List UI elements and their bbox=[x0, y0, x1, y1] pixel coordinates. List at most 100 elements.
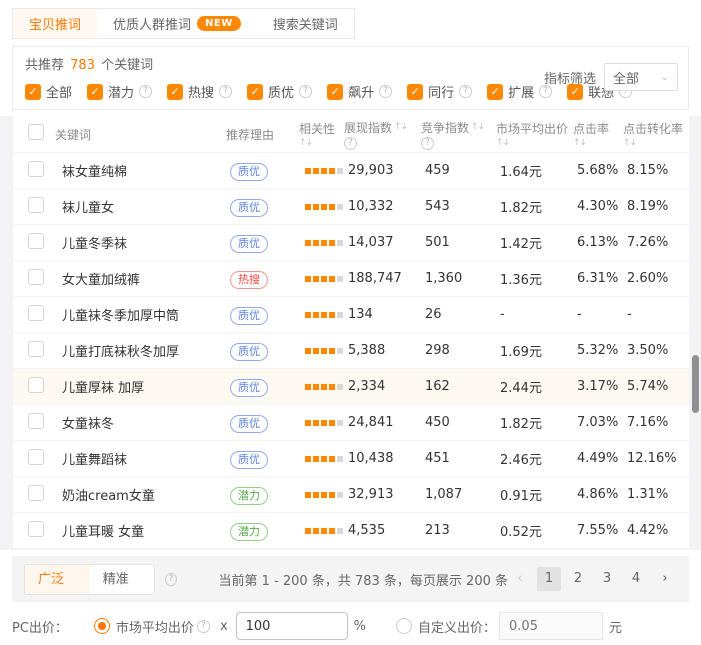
filter-option-3[interactable]: ✓热搜? bbox=[167, 82, 232, 101]
keyword-cell: 儿童耳暖 女童 bbox=[55, 521, 226, 540]
sort-icon[interactable]: ↑↓ bbox=[496, 138, 509, 148]
tab-2[interactable]: 优质人群推词NEW bbox=[97, 9, 257, 38]
column-header-label: 展现指数↑↓ bbox=[344, 119, 421, 136]
checkbox-checked-icon[interactable]: ✓ bbox=[247, 84, 263, 100]
column-header-4[interactable]: 展现指数↑↓? bbox=[344, 119, 421, 150]
help-icon[interactable]: ? bbox=[421, 137, 434, 150]
page-button-3[interactable]: 3 bbox=[595, 567, 619, 591]
filter-option-4[interactable]: ✓质优? bbox=[247, 82, 312, 101]
table-row[interactable]: 奶油cream女童潜力32,9131,0870.91元4.86%1.31% bbox=[13, 477, 689, 512]
checkbox-checked-icon[interactable]: ✓ bbox=[487, 84, 503, 100]
bid-percent-input[interactable] bbox=[236, 612, 348, 640]
row-checkbox[interactable] bbox=[28, 161, 44, 177]
tab-label: 搜索关键词 bbox=[273, 14, 338, 33]
row-checkbox[interactable] bbox=[28, 305, 44, 321]
column-header-1[interactable]: 关键词 bbox=[55, 126, 226, 143]
competition-index-cell: 26 bbox=[421, 307, 496, 322]
page-prev-button[interactable]: ‹ bbox=[508, 567, 532, 591]
filter-option-1[interactable]: ✓全部 bbox=[25, 82, 72, 101]
checkbox-checked-icon[interactable]: ✓ bbox=[25, 84, 41, 100]
metric-filter: 指标筛选 全部 ⌄ bbox=[544, 63, 678, 91]
help-icon[interactable]: ? bbox=[139, 85, 152, 98]
table-row[interactable]: 儿童打底袜秋冬加厚质优5,3882981.69元5.32%3.50% bbox=[13, 333, 689, 368]
tab-1[interactable]: 宝贝推词 bbox=[13, 9, 97, 38]
relevance-square bbox=[337, 348, 343, 354]
sort-icon[interactable]: ↑↓ bbox=[471, 122, 484, 132]
table-row[interactable]: 儿童舞蹈袜质优10,4384512.46元4.49%12.16% bbox=[13, 441, 689, 476]
checkbox-checked-icon[interactable]: ✓ bbox=[407, 84, 423, 100]
recommend-reason-cell: 质优 bbox=[226, 448, 299, 469]
relevance-square bbox=[321, 456, 327, 462]
help-icon[interactable]: ? bbox=[197, 620, 210, 633]
table-row[interactable]: 儿童冬季袜质优14,0375011.42元6.13%7.26% bbox=[13, 225, 689, 260]
help-icon[interactable]: ? bbox=[459, 85, 472, 98]
row-checkbox[interactable] bbox=[28, 377, 44, 393]
column-header-subrow: ↑↓ bbox=[496, 138, 573, 148]
table-row[interactable]: 袜儿童女质优10,3325431.82元4.30%8.19% bbox=[13, 189, 689, 224]
relevance-square bbox=[321, 276, 327, 282]
column-header-2[interactable]: 推荐理由 bbox=[226, 126, 299, 143]
table-row[interactable]: 儿童耳暖 女童潜力4,5352130.52元7.55%4.42% bbox=[13, 513, 689, 548]
relevance-square bbox=[337, 204, 343, 210]
relevance-square bbox=[329, 492, 335, 498]
row-checkbox[interactable] bbox=[28, 521, 44, 537]
sort-icon[interactable]: ↑↓ bbox=[623, 138, 636, 148]
table-row[interactable]: 儿童袜冬季加厚中筒质优13426--- bbox=[13, 297, 689, 332]
row-checkbox[interactable] bbox=[28, 449, 44, 465]
custom-bid-radio[interactable] bbox=[396, 618, 412, 634]
column-header-3[interactable]: 相关性↑↓ bbox=[299, 120, 344, 148]
relevance-square bbox=[337, 492, 343, 498]
table-row[interactable]: 袜女童纯棉质优29,9034591.64元5.68%8.15% bbox=[13, 153, 689, 188]
table-row[interactable]: 女童袜冬质优24,8414501.82元7.03%7.16% bbox=[13, 405, 689, 440]
row-checkbox[interactable] bbox=[28, 269, 44, 285]
help-icon[interactable]: ? bbox=[299, 85, 312, 98]
impression-index-cell: 5,388 bbox=[344, 343, 421, 358]
filter-option-5[interactable]: ✓飙升? bbox=[327, 82, 392, 101]
page-next-button[interactable]: › bbox=[653, 567, 677, 591]
match-mode-1[interactable]: 广泛匹配 bbox=[25, 565, 90, 594]
help-icon[interactable]: ? bbox=[165, 573, 176, 586]
select-all-checkbox[interactable] bbox=[28, 124, 44, 140]
filter-option-6[interactable]: ✓同行? bbox=[407, 82, 472, 101]
sort-icon[interactable]: ↑↓ bbox=[299, 138, 312, 148]
sort-icon[interactable]: ↑↓ bbox=[394, 122, 407, 132]
relevance-square bbox=[321, 492, 327, 498]
filter-option-7[interactable]: ✓扩展? bbox=[487, 82, 552, 101]
scrollbar-thumb[interactable] bbox=[692, 355, 699, 413]
page-button-1[interactable]: 1 bbox=[537, 567, 561, 591]
help-icon[interactable]: ? bbox=[379, 85, 392, 98]
row-checkbox[interactable] bbox=[28, 485, 44, 501]
relevance-square bbox=[337, 312, 343, 318]
column-header-8[interactable]: 点击转化率↑↓ bbox=[623, 120, 689, 148]
checkbox-checked-icon[interactable]: ✓ bbox=[327, 84, 343, 100]
filter-option-2[interactable]: ✓潜力? bbox=[87, 82, 152, 101]
table-row[interactable]: 儿童厚袜 加厚质优2,3341622.44元3.17%5.74% bbox=[13, 369, 689, 404]
help-icon[interactable]: ? bbox=[344, 137, 357, 150]
checkbox-checked-icon[interactable]: ✓ bbox=[167, 84, 183, 100]
relevance-bar bbox=[299, 276, 344, 282]
page-button-2[interactable]: 2 bbox=[566, 567, 590, 591]
metric-filter-select[interactable]: 全部 ⌄ bbox=[604, 63, 678, 91]
column-header-6[interactable]: 市场平均出价↑↓ bbox=[496, 120, 573, 148]
market-avg-bid-radio[interactable] bbox=[94, 618, 110, 634]
row-checkbox[interactable] bbox=[28, 233, 44, 249]
row-checkbox[interactable] bbox=[28, 413, 44, 429]
page-button-4[interactable]: 4 bbox=[624, 567, 648, 591]
custom-bid-input[interactable] bbox=[499, 612, 603, 640]
relevance-bar bbox=[299, 204, 344, 210]
relevance-square bbox=[305, 528, 311, 534]
relevance-square bbox=[337, 276, 343, 282]
help-icon[interactable]: ? bbox=[219, 85, 232, 98]
column-header-5[interactable]: 竞争指数↑↓? bbox=[421, 119, 496, 150]
row-checkbox[interactable] bbox=[28, 197, 44, 213]
relevance-bar bbox=[299, 420, 344, 426]
table-row[interactable]: 女大童加绒裤热搜188,7471,3601.36元6.31%2.60% bbox=[13, 261, 689, 296]
row-checkbox[interactable] bbox=[28, 341, 44, 357]
sort-icon[interactable]: ↑↓ bbox=[573, 138, 586, 148]
column-header-7[interactable]: 点击率↑↓ bbox=[573, 120, 623, 148]
tab-label: 优质人群推词 bbox=[113, 14, 191, 33]
relevance-square bbox=[329, 240, 335, 246]
match-mode-2[interactable]: 精准匹配 bbox=[90, 565, 155, 594]
checkbox-checked-icon[interactable]: ✓ bbox=[87, 84, 103, 100]
tab-3[interactable]: 搜索关键词 bbox=[257, 9, 354, 38]
